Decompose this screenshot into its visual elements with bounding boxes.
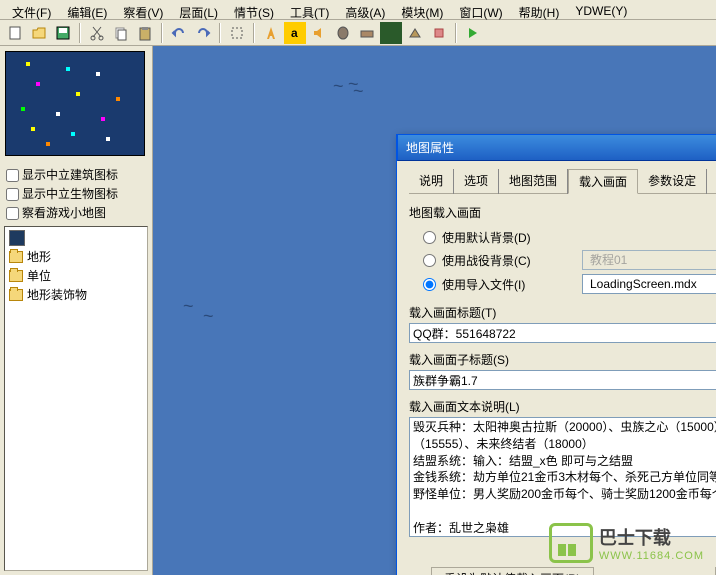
paste-icon[interactable] [134, 22, 156, 44]
tab-parameters[interactable]: 参数设定 [638, 169, 707, 194]
menu-view[interactable]: 察看(V) [115, 2, 171, 17]
radio-default-bg-label: 使用默认背景(D) [442, 229, 582, 246]
save-icon[interactable] [52, 22, 74, 44]
watermark: 巴士下载 WWW.11684.COM [549, 523, 704, 563]
radio-import-file-label: 使用导入文件(I) [442, 276, 582, 293]
tree-doodads[interactable]: 地形装饰物 [7, 285, 145, 304]
campaign-select: 教程01 [582, 250, 716, 270]
new-icon[interactable] [4, 22, 26, 44]
description-textarea[interactable]: 毁灭兵种：太阳神奥古拉斯（20000）、虫族之心（15000）、雷电之光（155… [409, 417, 716, 537]
object-icon[interactable] [332, 22, 354, 44]
menu-module[interactable]: 模块(M) [393, 2, 451, 17]
tree-units[interactable]: 单位 [7, 266, 145, 285]
check-neutral-buildings[interactable]: 显示中立建筑图标 [6, 165, 146, 184]
tab-map-bounds[interactable]: 地图范围 [499, 169, 568, 194]
subtitle-input[interactable] [409, 370, 716, 390]
dialog-title: 地图属性 [397, 134, 716, 161]
tab-description[interactable]: 说明 [409, 169, 454, 194]
sidebar: 显示中立建筑图标 显示中立生物图标 察看游戏小地图 地形 单位 地形装饰物 [0, 46, 153, 575]
toolbar: a [0, 20, 716, 46]
description-label: 载入画面文本说明(L) [409, 398, 716, 415]
select-icon[interactable] [226, 22, 248, 44]
group-loading-screen: 地图载入画面 [409, 204, 716, 221]
menu-help[interactable]: 帮助(H) [511, 2, 568, 17]
menu-ydwe[interactable]: YDWE(Y) [567, 2, 635, 17]
menu-file[interactable]: 文件(F) [4, 2, 59, 17]
menubar: 文件(F) 编辑(E) 察看(V) 层面(L) 情节(S) 工具(T) 高级(A… [0, 0, 716, 20]
open-icon[interactable] [28, 22, 50, 44]
title-input[interactable] [409, 323, 716, 343]
tab-options[interactable]: 选项 [454, 169, 499, 194]
tool-c-icon[interactable] [356, 22, 378, 44]
tool-f-icon[interactable] [428, 22, 450, 44]
menu-layer[interactable]: 层面(L) [171, 2, 226, 17]
tree-terrain[interactable]: 地形 [7, 247, 145, 266]
sound-icon[interactable] [308, 22, 330, 44]
redo-icon[interactable] [192, 22, 214, 44]
tool-d-icon[interactable] [380, 22, 402, 44]
radio-campaign-bg[interactable] [423, 254, 436, 267]
menu-tools[interactable]: 工具(T) [282, 2, 337, 17]
title-label: 载入画面标题(T) [409, 304, 716, 321]
reset-button[interactable]: 重设为默认值载入画面(R) [431, 567, 594, 575]
tree-root[interactable] [7, 229, 145, 247]
radio-default-bg[interactable] [423, 231, 436, 244]
menu-window[interactable]: 窗口(W) [451, 2, 510, 17]
tabs: 说明 选项 地图范围 载入画面 参数设定 [409, 169, 716, 194]
tool-e-icon[interactable] [404, 22, 426, 44]
menu-advanced[interactable]: 高级(A) [337, 2, 393, 17]
tool-a-icon[interactable] [260, 22, 282, 44]
run-icon[interactable] [462, 22, 484, 44]
watermark-url: WWW.11684.COM [599, 550, 704, 562]
menu-scenario[interactable]: 情节(S) [226, 2, 282, 17]
check-view-minimap[interactable]: 察看游戏小地图 [6, 203, 146, 222]
cut-icon[interactable] [86, 22, 108, 44]
tab-loading-screen[interactable]: 载入画面 [568, 169, 638, 194]
tree-panel: 地形 单位 地形装饰物 [4, 226, 148, 571]
check-neutral-creatures[interactable]: 显示中立生物图标 [6, 184, 146, 203]
watermark-title: 巴士下载 [599, 524, 704, 550]
undo-icon[interactable] [168, 22, 190, 44]
tool-b-icon[interactable]: a [284, 22, 306, 44]
map-properties-dialog: 地图属性 说明 选项 地图范围 载入画面 参数设定 地图载入画面 使用默认背景(… [396, 134, 716, 575]
radio-campaign-bg-label: 使用战役背景(C) [442, 252, 582, 269]
import-file-select[interactable]: LoadingScreen.mdx [582, 274, 716, 294]
subtitle-label: 载入画面子标题(S) [409, 351, 716, 368]
viewport[interactable]: ~ ~ ~ ~ ~ 地图属性 说明 选项 地图范围 载入画面 参数设定 地图载入… [153, 46, 716, 575]
radio-import-file[interactable] [423, 278, 436, 291]
watermark-icon [549, 523, 593, 563]
svg-text:a: a [291, 26, 298, 40]
menu-edit[interactable]: 编辑(E) [59, 2, 115, 17]
copy-icon[interactable] [110, 22, 132, 44]
minimap[interactable] [5, 51, 145, 156]
